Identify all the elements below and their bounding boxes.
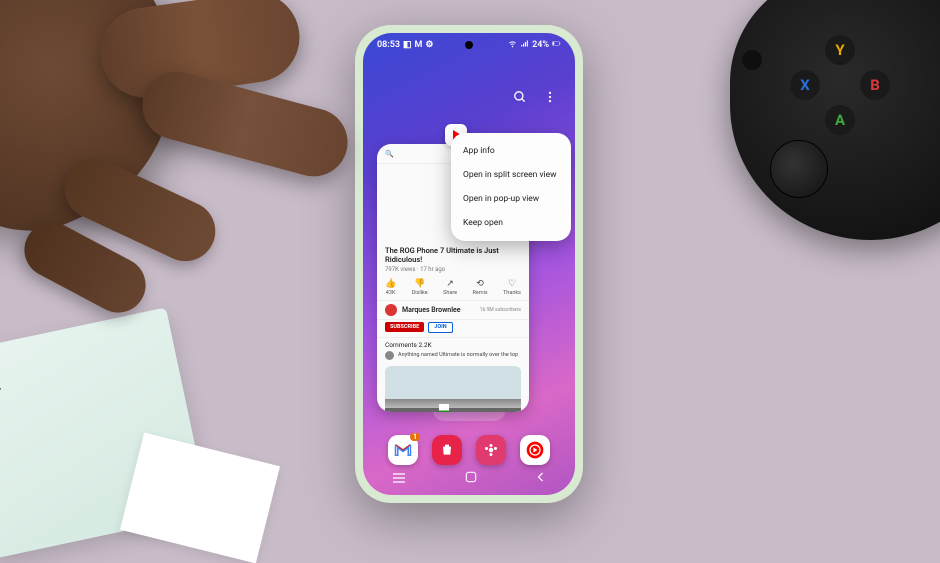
front-camera	[465, 41, 473, 49]
status-notif-icon: ◧	[403, 40, 412, 50]
controller-y-button: Y	[825, 35, 855, 65]
thumbs-up-icon: 👍	[385, 279, 396, 289]
app-context-menu: App info Open in split screen view Open …	[451, 133, 571, 241]
status-settings-icon: ⚙	[425, 40, 433, 50]
hand	[0, 0, 350, 350]
remix-icon: ⟲	[476, 279, 484, 289]
menu-app-info[interactable]: App info	[451, 139, 571, 163]
navigation-bar	[363, 467, 575, 489]
phone-screen: 08:53 ◧ M ⚙ 24%	[363, 33, 575, 495]
box-q-text: Q	[0, 369, 3, 397]
dock-gmail[interactable]: 1	[388, 435, 418, 465]
dock-youtube-music[interactable]	[520, 435, 550, 465]
recents-search-icon[interactable]	[513, 89, 527, 108]
controller-x-button: X	[790, 70, 820, 100]
subscribe-button: SUBSCRIBE	[385, 322, 424, 332]
paper-slip	[120, 433, 280, 563]
recents-more-icon[interactable]	[543, 89, 557, 108]
controller-a-button: A	[825, 105, 855, 135]
menu-keep-open[interactable]: Keep open	[451, 211, 571, 235]
video-meta: 797K views · 17 hr ago	[377, 266, 529, 277]
xbox-controller: Y X B A	[730, 0, 940, 240]
status-time: 08:53	[377, 40, 400, 50]
dock: 1	[363, 435, 575, 465]
status-gmail-icon: M	[415, 40, 423, 50]
dock-gallery[interactable]	[476, 435, 506, 465]
join-button: JOIN	[428, 322, 452, 333]
channel-subs: 16.9M subscribers	[480, 307, 521, 313]
next-video-thumbnail	[385, 366, 521, 412]
commenter-avatar	[385, 351, 394, 360]
channel-avatar	[385, 304, 397, 316]
status-signal-icon	[520, 39, 529, 51]
thanks-button: ♡Thanks	[503, 279, 521, 296]
controller-b-button: B	[860, 70, 890, 100]
like-button: 👍43K	[385, 279, 396, 296]
channel-row: Marques Brownlee 16.9M subscribers	[377, 300, 529, 320]
remix-button: ⟲Remix	[472, 279, 487, 296]
status-wifi-icon	[508, 39, 517, 51]
thanks-icon: ♡	[508, 279, 516, 289]
comment-preview: Anything named Ultimate is normally over…	[377, 351, 529, 364]
controller-stick	[770, 140, 828, 198]
phone-body: 08:53 ◧ M ⚙ 24%	[355, 25, 583, 503]
nav-back[interactable]	[535, 469, 547, 488]
search-icon: 🔍	[385, 150, 394, 158]
comments-header: Comments 2.2K	[377, 337, 529, 351]
thumbs-down-icon: 👎	[414, 279, 425, 289]
share-icon: ↗	[446, 279, 454, 289]
status-battery-icon	[552, 39, 561, 51]
video-title: The ROG Phone 7 Ultimate is Just Ridicul…	[377, 240, 529, 266]
channel-name: Marques Brownlee	[402, 306, 475, 314]
video-action-row: 👍43K 👎Dislike ↗Share ⟲Remix ♡Thanks	[377, 277, 529, 300]
menu-split-screen[interactable]: Open in split screen view	[451, 163, 571, 187]
nav-recents[interactable]	[391, 469, 407, 488]
controller-menu-button	[742, 50, 762, 70]
menu-popup-view[interactable]: Open in pop-up view	[451, 187, 571, 211]
nav-home[interactable]	[464, 469, 478, 488]
dock-galaxy-store[interactable]	[432, 435, 462, 465]
share-button: ↗Share	[443, 279, 457, 296]
status-battery-pct: 24%	[532, 40, 549, 50]
dislike-button: 👎Dislike	[412, 279, 428, 296]
gmail-badge: 1	[410, 433, 420, 441]
